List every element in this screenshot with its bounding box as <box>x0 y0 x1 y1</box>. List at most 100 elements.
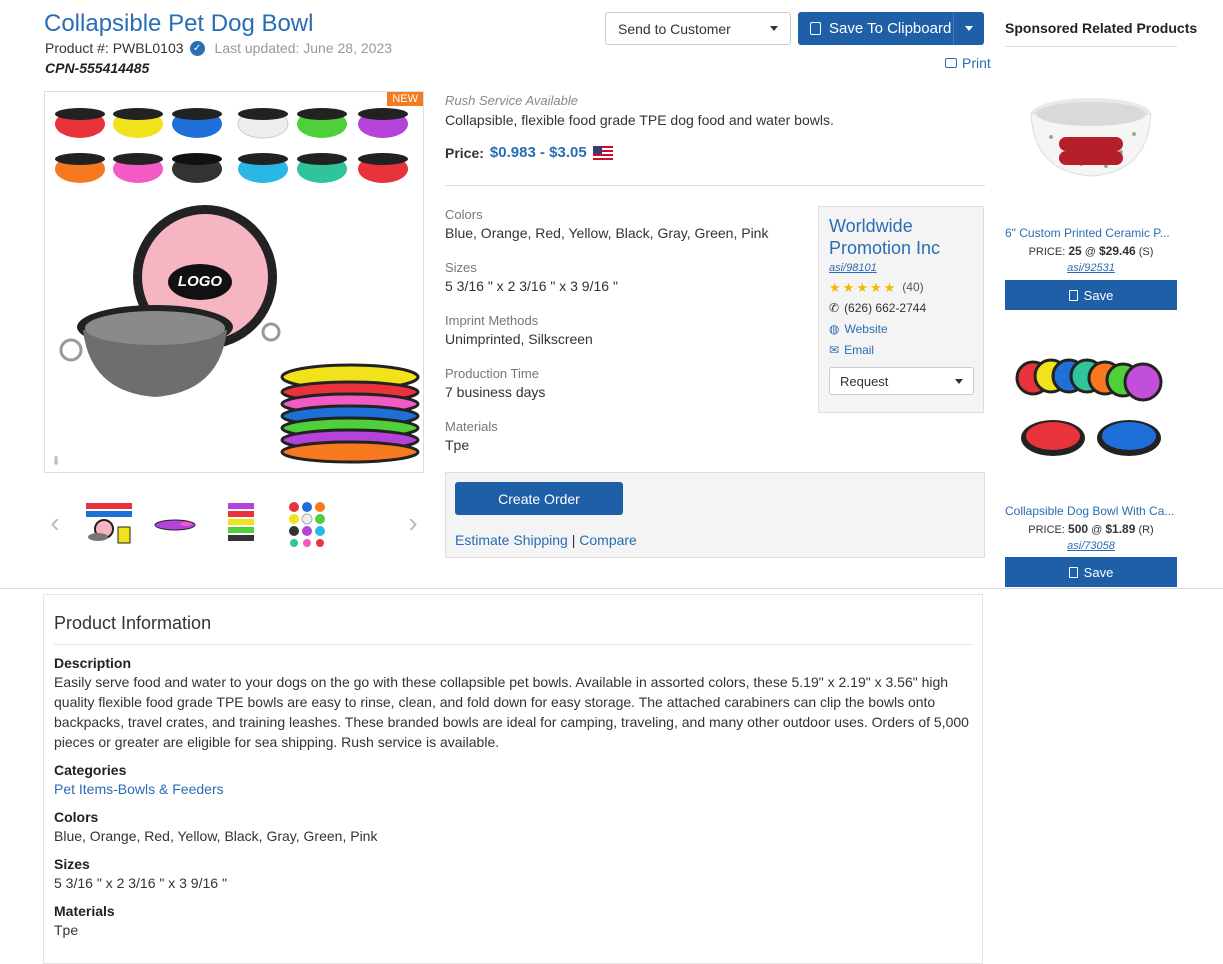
save-label: Save <box>1083 564 1114 580</box>
page-title: Collapsible Pet Dog Bowl <box>44 10 314 37</box>
stacked-bowls <box>280 363 420 464</box>
pi-value: Blue, Orange, Red, Yellow, Black, Gray, … <box>54 828 378 844</box>
star-icon: ★ <box>883 279 896 295</box>
envelope-icon: ✉ <box>829 343 840 357</box>
divider <box>445 185 985 186</box>
thumbnail-carousel: ‹ › <box>44 495 424 551</box>
create-order-button[interactable]: Create Order <box>455 482 623 515</box>
pi-value: 5 3/16 " x 2 3/16 " x 3 9/16 " <box>54 875 227 891</box>
collapsible-bowls-image: LOGO <box>55 108 420 464</box>
chevron-right-icon[interactable]: › <box>402 507 424 539</box>
product-information-title: Product Information <box>54 613 972 645</box>
pi-label: Colors <box>54 809 99 825</box>
pi-label: Sizes <box>54 856 90 872</box>
pi-colors: Colors Blue, Orange, Red, Yellow, Black,… <box>54 809 972 846</box>
price-value: $0.983 - $3.05 <box>489 144 587 161</box>
price-label: Price: <box>445 144 484 161</box>
svg-text:LOGO: LOGO <box>178 273 222 290</box>
thumbnail-4[interactable] <box>279 497 335 549</box>
divider <box>1005 46 1177 47</box>
clipboard-icon <box>810 22 821 35</box>
product-number: Product #: PWBL0103 <box>45 40 184 56</box>
attr-colors: Colors Blue, Orange, Red, Yellow, Black,… <box>445 207 768 241</box>
supplier-name-link[interactable]: Worldwide Promotion Inc <box>829 215 973 259</box>
email-link[interactable]: Email <box>844 343 874 357</box>
chevron-down-icon <box>965 26 973 31</box>
save-to-clipboard-label: Save To Clipboard <box>829 20 952 37</box>
attr-value: Tpe <box>445 437 470 453</box>
chevron-left-icon[interactable]: ‹ <box>44 507 66 539</box>
sponsored-price-1: PRICE: 25 @ $29.46 (S) <box>1005 244 1177 258</box>
short-description: Collapsible, flexible food grade TPE dog… <box>445 112 834 128</box>
bowl-row-top <box>55 108 408 139</box>
thumbnail-1[interactable] <box>81 497 137 549</box>
price-prefix: PRICE: <box>1028 246 1066 258</box>
attr-value: Unimprinted, Silkscreen <box>445 331 593 347</box>
sponsored-name-1[interactable]: 6" Custom Printed Ceramic P... <box>1005 226 1177 240</box>
bowl-row-second <box>55 153 408 183</box>
send-to-customer-dropdown[interactable]: Send to Customer <box>605 12 791 45</box>
attr-value: Blue, Orange, Red, Yellow, Black, Gray, … <box>445 225 769 241</box>
rush-service-note: Rush Service Available <box>445 93 578 108</box>
product-information-panel: Product Information Description Easily s… <box>43 594 983 964</box>
main-product-image[interactable]: LOGO NEW ⬇ <box>44 91 424 473</box>
sponsored-save-button-2[interactable]: Save <box>1005 557 1177 587</box>
phone-icon: ✆ <box>829 301 840 315</box>
printer-icon <box>945 58 957 68</box>
category-link[interactable]: Pet Items-Bowls & Feeders <box>54 781 224 797</box>
star-icon: ★ <box>869 279 882 295</box>
save-to-clipboard-main[interactable]: Save To Clipboard <box>798 12 953 45</box>
attr-label: Production Time <box>445 366 539 381</box>
rating-count: (40) <box>902 280 924 294</box>
pi-value: Easily serve food and water to your dogs… <box>54 674 969 750</box>
thumbnail-3[interactable] <box>213 497 269 549</box>
save-to-clipboard-button[interactable]: Save To Clipboard <box>798 12 984 45</box>
supplier-phone: ✆ (626) 662-2744 <box>829 301 973 315</box>
pi-materials: Materials Tpe <box>54 903 972 940</box>
send-to-customer-label: Send to Customer <box>618 20 731 37</box>
sponsored-save-button-1[interactable]: Save <box>1005 280 1177 310</box>
clipboard-icon <box>1068 289 1078 301</box>
globe-icon: ◍ <box>829 322 840 336</box>
price-at: @ <box>1084 246 1096 258</box>
phone-number: (626) 662-2744 <box>844 301 927 315</box>
thumbnail-2[interactable] <box>147 497 203 549</box>
supplier-asi-link[interactable]: asi/98101 <box>829 262 973 274</box>
attr-label: Colors <box>445 207 483 222</box>
bowl-row <box>1015 358 1163 402</box>
sponsored-image-2[interactable] <box>1005 340 1177 470</box>
attr-value: 7 business days <box>445 384 546 400</box>
sponsored-asi-2[interactable]: asi/73058 <box>1005 540 1177 552</box>
attr-label: Materials <box>445 419 498 434</box>
download-icon[interactable]: ⬇ <box>51 454 65 468</box>
price-at: @ <box>1091 524 1103 536</box>
supplier-email: ✉ Email <box>829 343 973 357</box>
print-link[interactable]: Print <box>945 55 991 71</box>
sponsored-image-1[interactable] <box>1005 92 1177 192</box>
pi-sizes: Sizes 5 3/16 " x 2 3/16 " x 3 9/16 " <box>54 856 972 893</box>
chevron-down-icon <box>955 378 963 384</box>
sponsored-asi-1[interactable]: asi/92531 <box>1005 262 1177 274</box>
attr-imprint-methods: Imprint Methods Unimprinted, Silkscreen <box>445 313 593 347</box>
compare-link[interactable]: Compare <box>579 532 637 548</box>
star-icon: ★ <box>829 279 841 295</box>
us-flag-icon <box>592 145 613 160</box>
pi-value: Tpe <box>54 922 79 938</box>
estimate-shipping-link[interactable]: Estimate Shipping <box>455 532 568 548</box>
website-link[interactable]: Website <box>844 322 887 336</box>
attr-value: 5 3/16 " x 2 3/16 " x 3 9/16 " <box>445 278 618 294</box>
price-code: (S) <box>1138 246 1154 258</box>
price-amount: $1.89 <box>1105 522 1136 536</box>
sponsored-name-2[interactable]: Collapsible Dog Bowl With Ca... <box>1005 504 1177 518</box>
attr-materials: Materials Tpe <box>445 419 498 453</box>
sponsored-title: Sponsored Related Products <box>1005 20 1198 36</box>
product-number-line: Product #: PWBL0103 ✓ Last updated: June… <box>45 40 392 56</box>
star-icon: ★ <box>856 279 868 295</box>
supplier-rating[interactable]: ★ ★ ★ ★ ★ (40) <box>829 280 973 294</box>
chevron-down-icon <box>770 26 778 31</box>
request-dropdown[interactable]: Request <box>829 367 974 395</box>
verified-check-icon: ✓ <box>189 40 205 56</box>
price-qty: 500 <box>1068 522 1089 536</box>
pi-label: Description <box>54 655 132 671</box>
save-to-clipboard-toggle[interactable] <box>953 12 984 45</box>
